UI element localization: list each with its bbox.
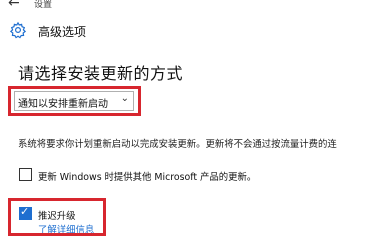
highlight-box-defer: [8, 198, 106, 236]
page-header: 高级选项: [0, 18, 380, 44]
page-title: 高级选项: [38, 25, 87, 39]
install-method-description: 系统将要求你计划重新启动以完成安装更新。更新将不会通过按流量计费的连: [18, 139, 337, 150]
other-products-checkbox[interactable]: [19, 168, 32, 181]
back-arrow-icon[interactable]: ←: [8, 0, 20, 11]
title-bar: ← 设置: [0, 0, 380, 14]
other-products-label[interactable]: 更新 Windows 时提供其他 Microsoft 产品的更新。: [38, 169, 256, 183]
highlight-box-dropdown: [8, 86, 141, 116]
settings-page: ← 设置 高级选项 请选择安装更新的方式 通知以安排重新启动 ⌄ 系统将要求你计…: [0, 0, 380, 250]
gear-icon: [9, 21, 27, 39]
install-method-heading: 请选择安装更新的方式: [18, 64, 184, 83]
app-title: 设置: [34, 0, 53, 10]
